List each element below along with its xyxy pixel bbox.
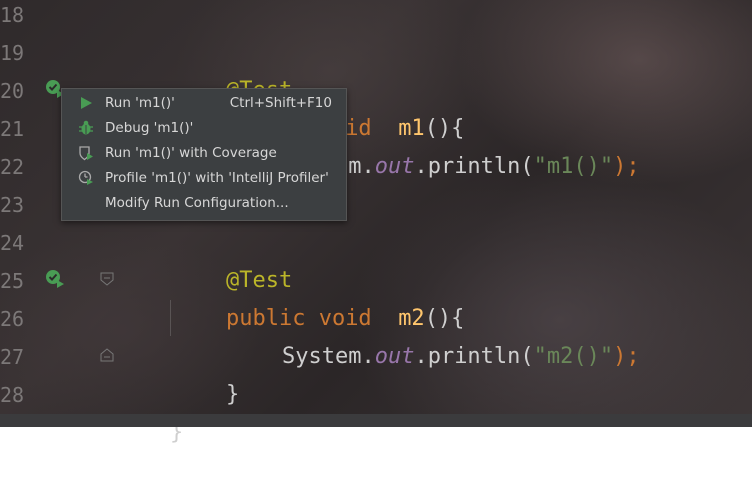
menu-item-label: Run 'm1()' <box>105 95 175 111</box>
menu-item-run-with-coverage[interactable]: Run 'm1()' with Coverage <box>62 141 346 166</box>
string-token: "m1()" <box>533 154 614 179</box>
coverage-icon <box>79 146 93 161</box>
run-gutter-popup-menu: Run 'm1()' Ctrl+Shift+F10 Debug 'm1()' R… <box>61 88 347 221</box>
menu-item-label: Modify Run Configuration... <box>105 195 289 211</box>
menu-item-modify-run-configuration[interactable]: Modify Run Configuration... <box>62 191 346 216</box>
code-line[interactable]: } <box>117 376 183 490</box>
line-number: 26 <box>0 307 25 331</box>
brace-token: } <box>225 382 240 407</box>
field-token: out <box>374 154 415 179</box>
call-token: .println( <box>414 154 534 179</box>
debug-icon <box>79 120 93 135</box>
menu-item-profile[interactable]: Profile 'm1()' with 'IntelliJ Profiler' <box>62 166 346 191</box>
line-number: 20 <box>0 79 25 103</box>
class-token: System. <box>281 344 375 369</box>
line-number: 19 <box>0 41 25 65</box>
code-line[interactable]: System.out.println("m2()"); <box>229 300 640 414</box>
call-token: .println( <box>414 344 534 369</box>
menu-item-label: Profile 'm1()' with 'IntelliJ Profiler' <box>105 170 329 186</box>
profile-icon <box>78 170 93 185</box>
line-number: 22 <box>0 155 25 179</box>
line-number: 23 <box>0 193 25 217</box>
run-icon <box>81 97 92 109</box>
horizontal-scrollbar-area <box>0 414 752 427</box>
line-number: 24 <box>0 231 25 255</box>
punctuation-token: ); <box>613 344 640 369</box>
indent-guide <box>170 300 171 336</box>
menu-item-label: Debug 'm1()' <box>105 120 194 136</box>
line-number: 25 <box>0 269 25 293</box>
menu-item-label: Run 'm1()' with Coverage <box>105 145 277 161</box>
string-token: "m2()" <box>533 344 614 369</box>
field-token: out <box>374 344 415 369</box>
line-number: 28 <box>0 383 25 407</box>
unfold-marker-icon[interactable] <box>100 348 114 362</box>
line-number: 27 <box>0 345 25 369</box>
menu-item-run[interactable]: Run 'm1()' Ctrl+Shift+F10 <box>62 91 346 116</box>
punctuation-token: ); <box>613 154 640 179</box>
run-test-gutter-icon[interactable] <box>44 268 66 290</box>
menu-item-shortcut: Ctrl+Shift+F10 <box>229 95 332 111</box>
line-number: 18 <box>0 3 25 27</box>
fold-marker-icon[interactable] <box>100 272 114 286</box>
line-number: 21 <box>0 117 25 141</box>
menu-item-debug[interactable]: Debug 'm1()' <box>62 116 346 141</box>
